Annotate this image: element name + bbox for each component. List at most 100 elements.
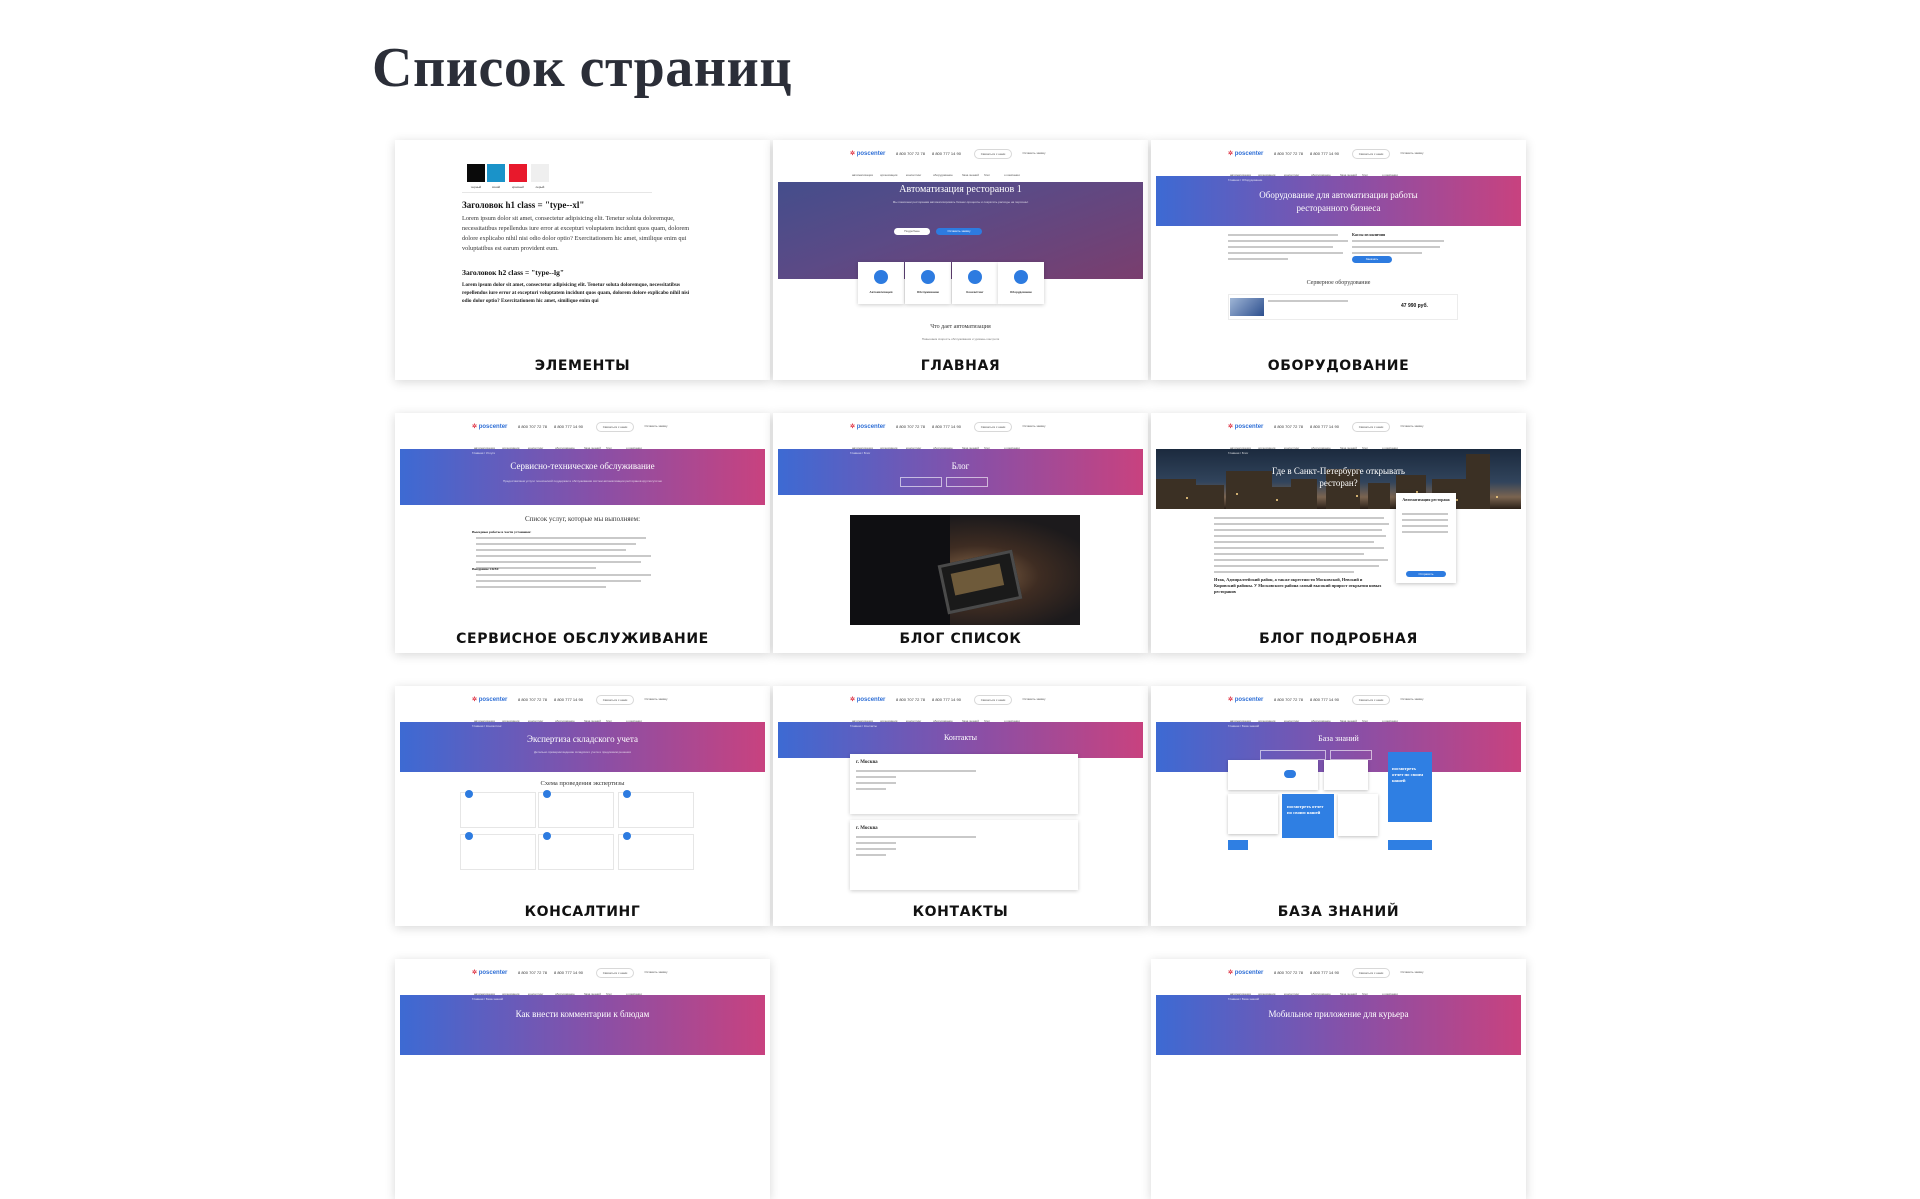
mini-phone: 8 800 707 72 78 [896,697,925,702]
page-card-label: БЛОГ ПОДРОБНАЯ [1259,630,1418,647]
promo-block: посмотреть отчет по своим нашей [1282,794,1334,838]
page-thumbnail: ✲ poscenter 8 800 707 72 78 8 800 777 14… [400,690,765,898]
hero-title: Как внести комментарии к блюдам [515,1009,650,1019]
mini-cta: Связаться с нами [974,149,1012,159]
mini-cta: Связаться с нами [1352,968,1390,978]
mini-phone: 8 800 777 14 90 [1310,424,1339,429]
hero-title: Экспертиза складского учета [527,734,638,744]
mini-nav-item: организация [880,173,898,177]
mini-logo: ✲ poscenter [850,151,886,157]
mini-nav-item: консалтинг [906,173,922,177]
feature-card: Оборудование [998,262,1044,304]
hero-title: Автоматизация ресторанов 1 [899,184,1022,195]
mini-cta: Связаться с нами [1352,695,1390,705]
mini-header: ✲ poscenter 8 800 707 72 78 8 800 777 14… [400,963,765,989]
page-card-empty [773,959,1148,1199]
page-card[interactable]: ✲ poscenter 8 800 707 72 78 8 800 777 14… [395,686,770,926]
color-swatch [487,164,505,182]
mini-header: ✲ poscenter 8 800 707 72 78 8 800 777 14… [778,690,1143,716]
section-title: Список услуг, которые мы выполняем: [524,515,641,523]
mini-header: ✲ poscenter 8 800 707 72 78 8 800 777 14… [1156,144,1521,170]
page-card-label: ОБОРУДОВАНИЕ [1267,357,1410,374]
page-card[interactable]: ✲ poscenter 8 800 707 72 78 8 800 777 14… [773,413,1148,653]
feature-card: Консалтинг [952,262,998,304]
mini-cta: Связаться с нами [596,968,634,978]
mini-phone: 8 800 777 14 90 [1310,970,1339,975]
mini-logo: ✲ poscenter [472,697,508,703]
page-card[interactable]: ✲ poscenter 8 800 707 72 78 8 800 777 14… [773,686,1148,926]
mini-cta: Связаться с нами [974,695,1012,705]
sample-paragraph: Lorem ipsum dolor sit amet, consectetur … [462,215,690,252]
mini-cta: Связаться с нами [974,422,1012,432]
mini-phone: 8 800 707 72 78 [896,151,925,156]
mini-cta: Связаться с нами [596,695,634,705]
mini-nav-item: оборудование [933,173,953,177]
mini-phone: 8 800 707 72 78 [1274,424,1303,429]
price: 47 990 руб. [1401,303,1428,309]
mini-logo: ✲ poscenter [1228,697,1264,703]
mini-phone: 8 800 707 72 78 [518,697,547,702]
mini-logo: ✲ poscenter [1228,151,1264,157]
mini-phone: 8 800 707 72 78 [518,970,547,975]
page-card-label: КОНСАЛТИНГ [524,903,641,920]
hero-title: Мобильное приложение для курьера [1268,1009,1409,1019]
mini-phone: 8 800 777 14 90 [1310,697,1339,702]
page-title: Список страниц [372,37,793,99]
mini-logo: ✲ poscenter [850,424,886,430]
page-card[interactable]: ✲ poscenter 8 800 707 72 78 8 800 777 14… [1151,413,1526,653]
page-card[interactable]: ✲ poscenter 8 800 707 72 78 8 800 777 14… [395,413,770,653]
mini-phone: 8 800 707 72 78 [1274,697,1303,702]
hero-title: Оборудование для автоматизации работы ре… [1259,190,1418,213]
mini-phone: 8 800 707 72 78 [1274,151,1303,156]
feature-card: Автоматизация [858,262,904,304]
page-card-label: ЭЛЕМЕНТЫ [534,357,631,374]
page-list: Список страниц черный синий красный серый З… [0,0,1920,1199]
mini-cta: Связаться с нами [1352,149,1390,159]
mini-nav: автоматизация организация консалтинг оборуд… [778,170,1143,182]
mini-phone: 8 800 777 14 90 [1310,151,1339,156]
sample-h2: Заголовок h2 class = "type--lg" [462,268,565,277]
color-swatch [467,164,485,182]
page-thumbnail: ✲ poscenter 8 800 707 72 78 8 800 777 14… [1156,144,1521,352]
page-thumbnail: ✲ poscenter 8 800 707 72 78 8 800 777 14… [778,144,1143,352]
page-card-label: КОНТАКТЫ [912,903,1009,920]
mini-logo: ✲ poscenter [472,970,508,976]
color-swatch [531,164,549,182]
mini-logo: ✲ poscenter [1228,970,1264,976]
mini-phone: 8 800 777 14 90 [932,424,961,429]
page-card[interactable]: черный синий красный серый Заголовок h1 cla… [395,140,770,380]
mini-cta: Оставить заявку [1400,697,1424,701]
contact-card: г. Москва [850,754,1078,814]
swatch-caption: красный [512,185,524,189]
swatch-caption: черный [470,185,482,189]
page-card[interactable]: ✲ poscenter 8 800 707 72 78 8 800 777 14… [395,959,770,1199]
mini-phone: 8 800 707 72 78 [1274,970,1303,975]
page-card[interactable]: ✲ poscenter 8 800 707 72 78 8 800 777 14… [1151,140,1526,380]
mini-phone: 8 800 777 14 90 [554,697,583,702]
page-card[interactable]: ✲ poscenter 8 800 707 72 78 8 800 777 14… [773,140,1148,380]
mini-phone: 8 800 707 72 78 [518,424,547,429]
hero-title: Где в Санкт-Петербурге открывать рестора… [1272,466,1405,488]
page-card[interactable]: ✲ poscenter 8 800 707 72 78 8 800 777 14… [1151,686,1526,926]
mini-header: ✲ poscenter 8 800 707 72 78 8 800 777 14… [1156,963,1521,989]
color-swatch [509,164,527,182]
mini-cta: Оставить заявку [644,970,668,974]
section-title: Серверное оборудование [1306,280,1371,286]
section-title: Что дает автоматизация [930,324,991,330]
mini-cta: Оставить заявку [644,697,668,701]
feature-card: Обслуживание [905,262,951,304]
swatch-caption: серый [535,185,545,189]
hero-title: Сервисно-техническое обслуживание [510,461,655,471]
mini-phone: 8 800 777 14 90 [554,424,583,429]
mini-logo: ✲ poscenter [850,697,886,703]
mini-cta: Связаться с нами [596,422,634,432]
mini-header: ✲ poscenter 8 800 707 72 78 8 800 777 14… [1156,417,1521,443]
mini-header: ✲ poscenter 8 800 707 72 78 8 800 777 14… [778,417,1143,443]
mini-cta: Оставить заявку [644,424,668,428]
mini-nav-item: автоматизация [852,173,873,177]
sample-paragraph-bold: Lorem ipsum dolor sit amet, consectetur … [462,282,690,304]
hero-title: Блог [951,461,970,471]
page-card[interactable]: ✲ poscenter 8 800 707 72 78 8 800 777 14… [1151,959,1526,1199]
page-thumbnail: ✲ poscenter 8 800 707 72 78 8 800 777 14… [778,417,1143,625]
mini-cta: Оставить заявку [1400,970,1424,974]
